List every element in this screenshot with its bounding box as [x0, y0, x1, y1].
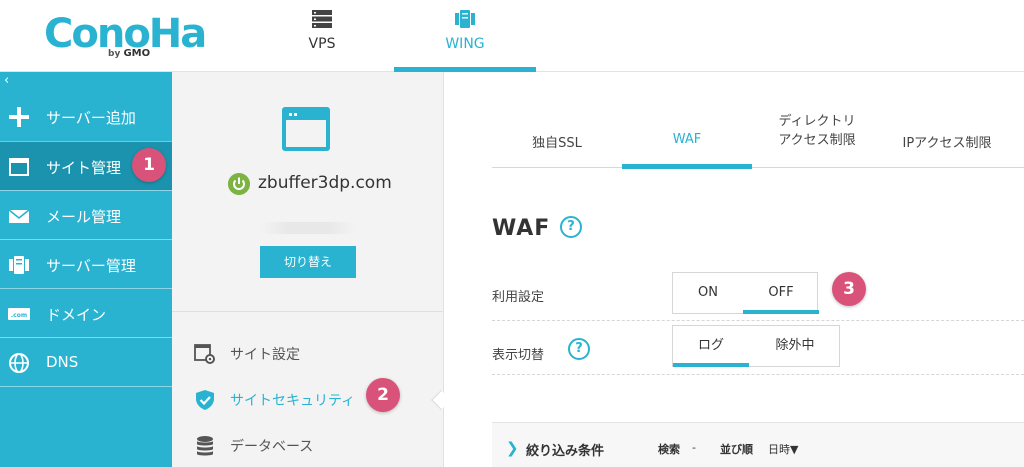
sidebar-item-label: ドメイン	[46, 306, 107, 324]
display-switch-toggle: ログ 除外中	[672, 325, 840, 367]
envelope-icon	[8, 209, 30, 223]
display-excluded-button[interactable]: 除外中	[749, 326, 841, 366]
server-rack-icon	[312, 10, 332, 28]
use-setting-toggle: ON OFF	[672, 272, 819, 314]
selected-option-underline	[743, 310, 819, 314]
step-badge-1: 1	[132, 148, 166, 182]
tab-label: ディレクトリ アクセス制限	[752, 112, 882, 150]
use-setting-off-button[interactable]: OFF	[743, 273, 819, 314]
step-badge-3: 3	[832, 272, 866, 306]
sidebar: ‹ サーバー追加 サイト管理 メール管理 サーバー管理 .com ドメイン DN…	[0, 72, 172, 467]
server-unit-icon	[455, 10, 475, 28]
sidebar-item-label: サイト管理	[46, 159, 122, 177]
logo-byline: by GMO	[108, 48, 150, 59]
com-icon-text: .com	[11, 312, 27, 319]
database-icon	[197, 436, 213, 456]
sidebar-item-server-management[interactable]: サーバー管理	[0, 239, 172, 288]
filter-sort-label: 並び順	[720, 443, 753, 456]
tab-label-line2: アクセス制限	[778, 133, 856, 148]
tab-ip-access[interactable]: IPアクセス制限	[882, 108, 1012, 168]
filter-sort-value[interactable]: 日時▼	[768, 441, 798, 457]
tab-directory-access[interactable]: ディレクトリ アクセス制限	[752, 108, 882, 168]
chevron-right-icon: ❯	[506, 439, 519, 457]
blurred-text	[260, 222, 356, 234]
logo-by: by	[108, 49, 121, 59]
globe-icon	[9, 353, 29, 373]
switch-site-button[interactable]: 切り替え	[260, 246, 356, 278]
step-badge-2: 2	[366, 378, 400, 412]
tab-label: 独自SSL	[532, 136, 582, 151]
site-menu-item-security[interactable]: サイトセキュリティ	[172, 376, 443, 422]
header-tab-vps[interactable]: VPS	[282, 0, 362, 72]
page-title: WAF	[492, 216, 551, 241]
help-icon[interactable]: ?	[568, 338, 590, 360]
sidebar-item-label: サーバー追加	[46, 109, 136, 127]
server-icon	[9, 256, 29, 274]
sidebar-item-dns[interactable]: DNS	[0, 337, 172, 386]
filter-search-value: -	[692, 441, 696, 454]
tab-label-line1: ディレクトリ	[778, 114, 856, 129]
site-menu-label: サイトセキュリティ	[230, 393, 356, 409]
app-root: ConoHa by GMO VPS WING ‹ サーバー追加 サイト管理 メー…	[0, 0, 1024, 467]
conoha-logo[interactable]: ConoHa by GMO	[44, 8, 207, 64]
site-menu-item-database[interactable]: データベース	[172, 422, 443, 467]
tab-ssl[interactable]: 独自SSL	[492, 108, 622, 168]
site-menu-label: データベース	[230, 439, 314, 455]
site-menu-item-settings[interactable]: サイト設定	[172, 330, 443, 376]
logo-gmo: GMO	[123, 48, 151, 59]
help-icon[interactable]: ?	[560, 216, 582, 238]
security-tabs: 独自SSL WAF ディレクトリ アクセス制限 IPアクセス制限	[492, 108, 1024, 169]
top-header: ConoHa by GMO VPS WING	[0, 0, 1024, 72]
header-tab-vps-label: VPS	[308, 36, 336, 52]
filter-conditions-bar[interactable]: ❯ 絞り込み条件 検索 - 並び順 日時▼	[492, 422, 1024, 467]
filter-label: 絞り込み条件	[526, 444, 605, 459]
shield-check-icon	[196, 390, 214, 410]
sidebar-collapse-button[interactable]: ‹	[0, 72, 172, 92]
option-label: ログ	[697, 338, 724, 353]
option-label: OFF	[768, 285, 794, 300]
site-menu-label: サイト設定	[230, 347, 300, 363]
divider	[492, 374, 1024, 375]
main-content: 独自SSL WAF ディレクトリ アクセス制限 IPアクセス制限 WAF ? 利用…	[444, 72, 1024, 467]
com-domain-icon: .com	[8, 308, 30, 320]
sidebar-item-mail-management[interactable]: メール管理	[0, 190, 172, 239]
sidebar-item-label: DNS	[46, 353, 79, 371]
active-tab-underline	[622, 164, 752, 169]
plus-icon	[9, 107, 29, 127]
display-switch-label: 表示切替	[492, 348, 545, 363]
site-window-icon	[282, 107, 330, 151]
header-tab-wing-label: WING	[445, 36, 485, 52]
use-setting-label: 利用設定	[492, 290, 545, 305]
divider	[492, 320, 1024, 321]
use-setting-on-button[interactable]: ON	[673, 273, 743, 313]
sidebar-item-add-server[interactable]: サーバー追加	[0, 92, 172, 141]
site-settings-icon	[194, 344, 215, 364]
site-domain: zbuffer3dp.com	[258, 173, 392, 193]
display-log-button[interactable]: ログ	[673, 326, 749, 367]
selected-option-underline	[673, 363, 749, 367]
tab-label: IPアクセス制限	[902, 136, 992, 151]
sidebar-item-domain[interactable]: .com ドメイン	[0, 288, 172, 337]
power-icon	[228, 173, 250, 195]
header-tab-wing[interactable]: WING	[394, 0, 536, 72]
site-summary: zbuffer3dp.com 切り替え	[172, 72, 443, 312]
browser-window-icon	[9, 158, 29, 176]
sidebar-item-label: メール管理	[46, 208, 122, 226]
tab-label: WAF	[672, 132, 702, 147]
sidebar-divider	[0, 386, 172, 387]
sidebar-item-label: サーバー管理	[46, 257, 136, 275]
tab-waf[interactable]: WAF	[622, 108, 752, 169]
site-panel: zbuffer3dp.com 切り替え サイト設定 サイトセキュリティ データベ…	[172, 72, 451, 467]
filter-search-label: 検索	[658, 443, 680, 456]
